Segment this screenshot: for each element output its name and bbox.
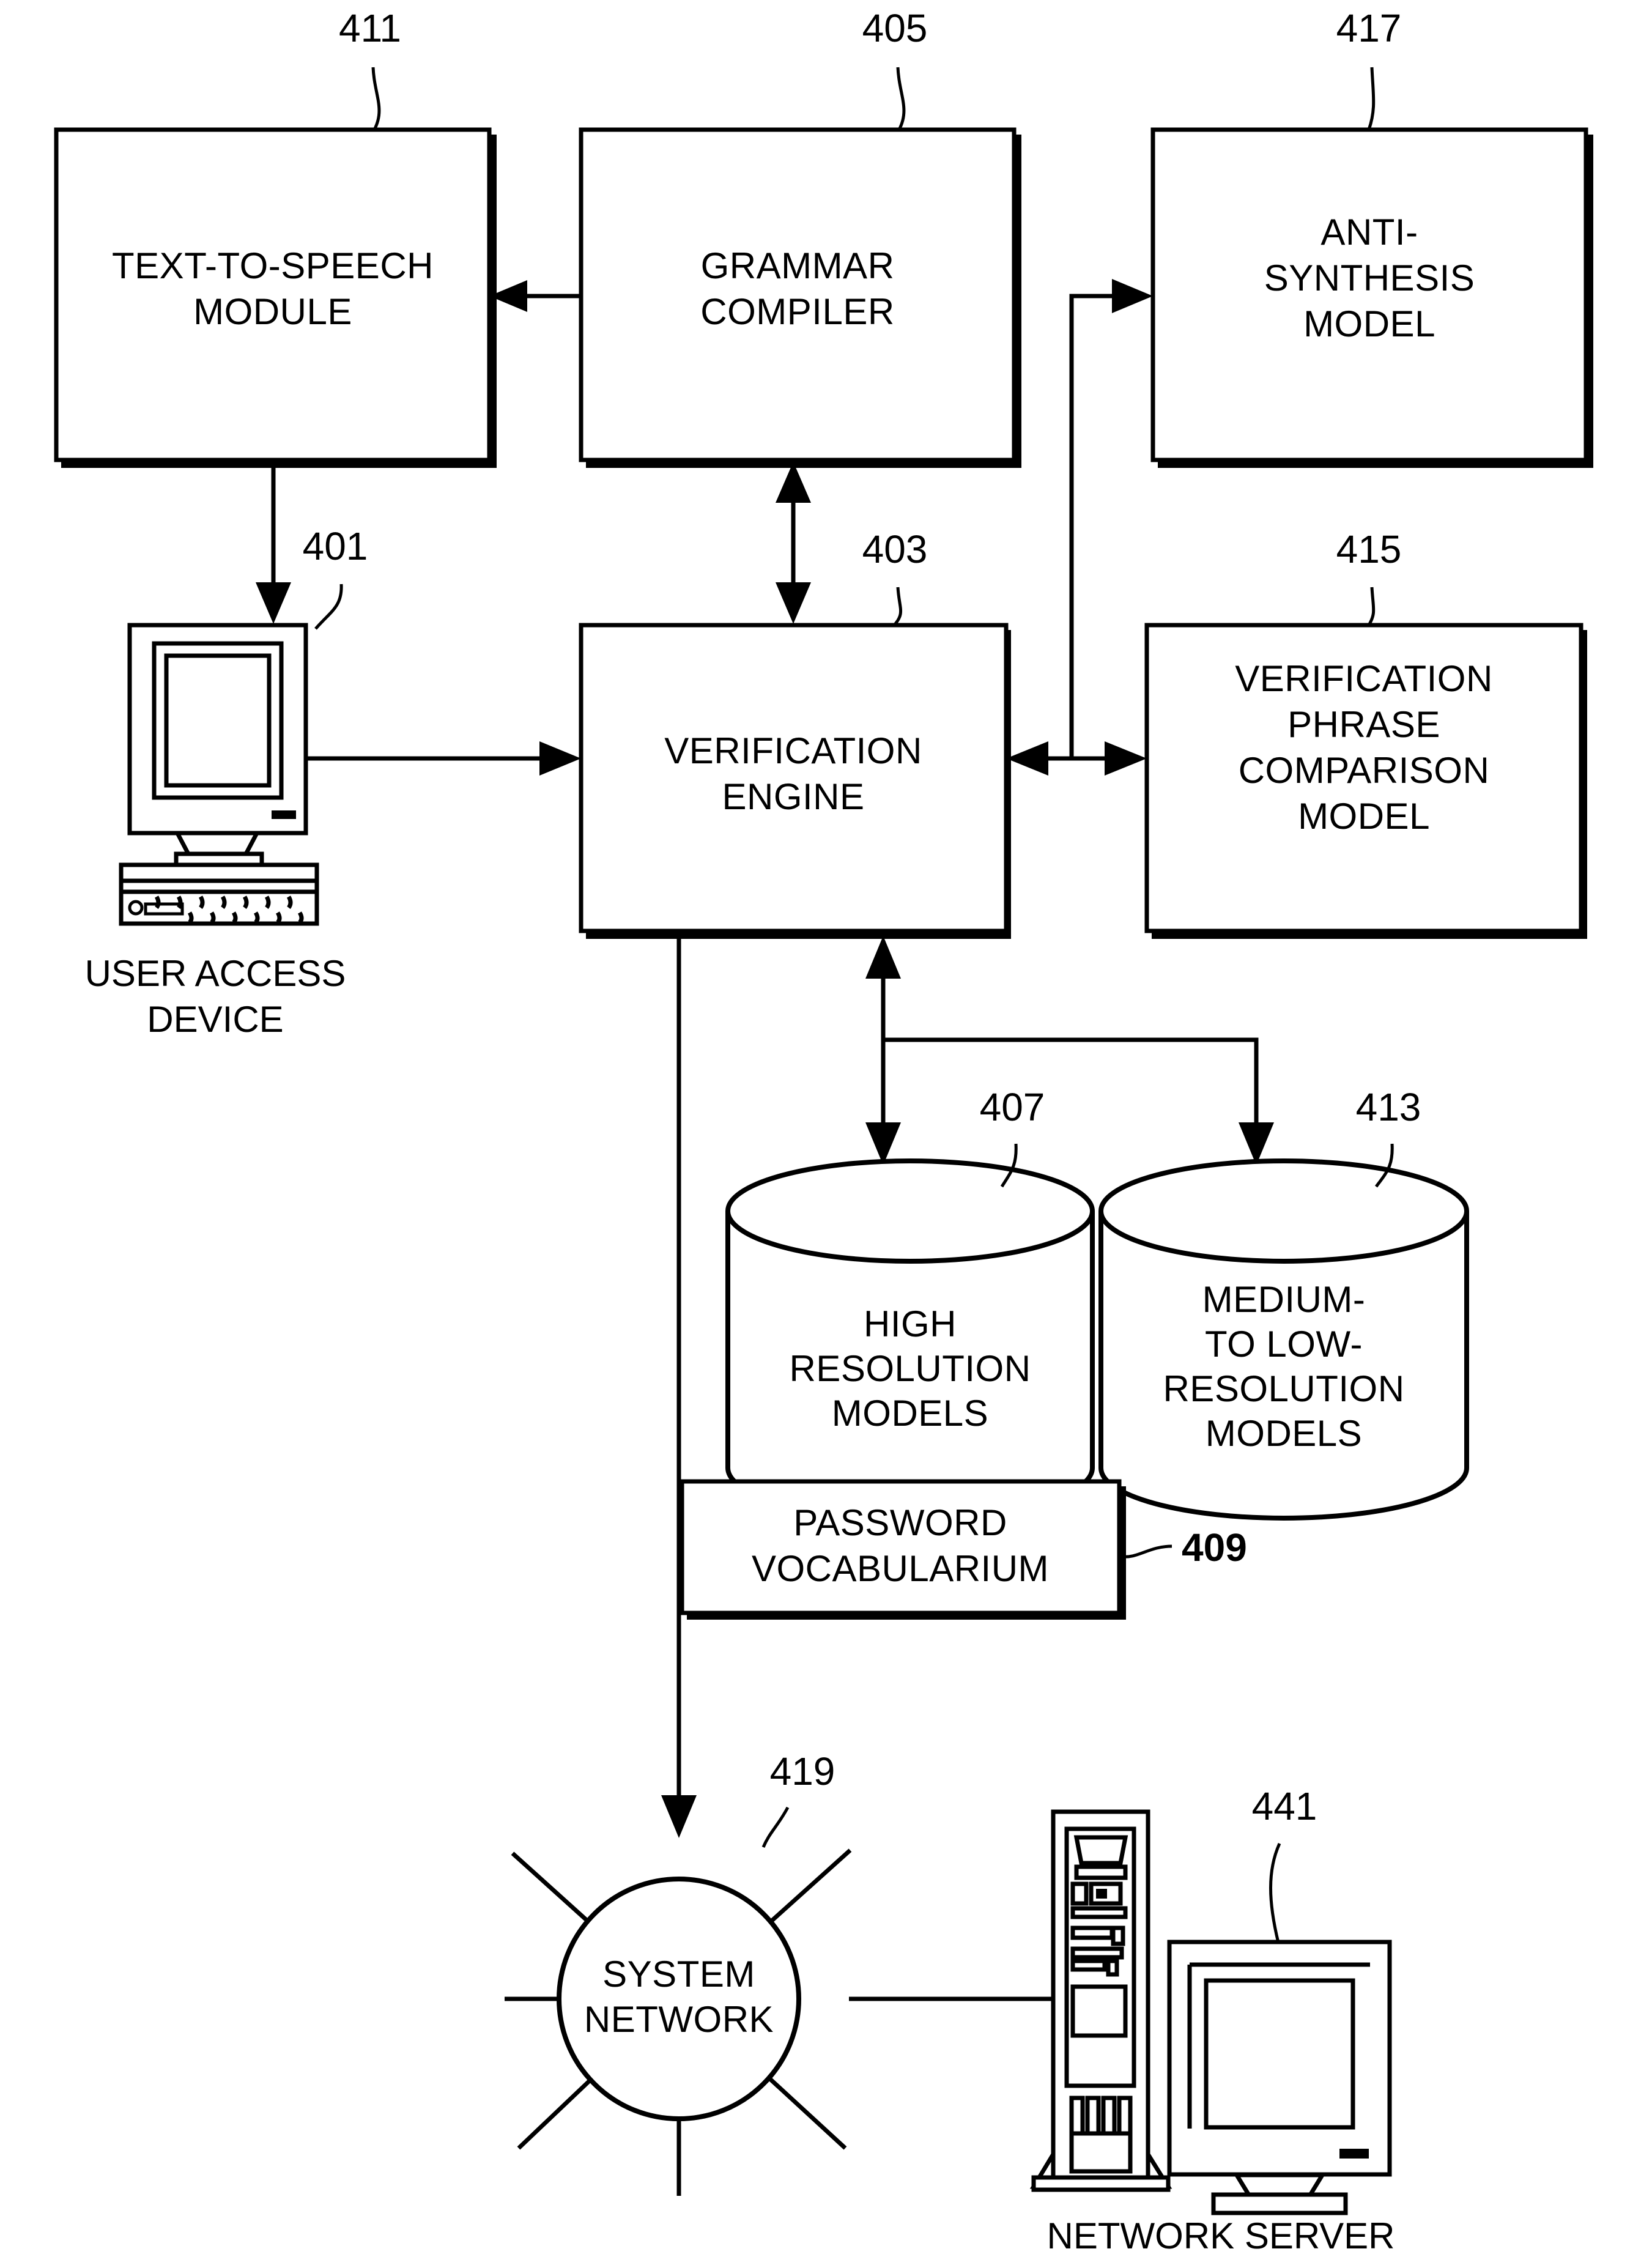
block-text-to-speech-module[interactable]: TEXT-TO-SPEECH MODULE: [54, 127, 497, 468]
patent-figure-canvas: TEXT-TO-SPEECH MODULE 411 GRAMMAR COMPIL…: [0, 0, 1652, 2257]
connector-405-to-411: [489, 280, 581, 312]
block-password-vocabularium[interactable]: PASSWORD VOCABULARIUM: [680, 1479, 1126, 1620]
block-label-line: VERIFICATION: [1235, 658, 1493, 699]
svg-text:441: 441: [1252, 1784, 1317, 1828]
node-system-network[interactable]: SYSTEM NETWORK: [557, 1877, 801, 2121]
patent-block-diagram: TEXT-TO-SPEECH MODULE 411 GRAMMAR COMPIL…: [54, 6, 1593, 2256]
connector-411-to-401: [256, 464, 291, 624]
reference-405: 405: [862, 6, 928, 131]
block-label-line: COMPILER: [700, 291, 894, 332]
reference-415: 415: [1336, 527, 1402, 626]
reference-417: 417: [1336, 6, 1402, 130]
svg-text:409: 409: [1182, 1525, 1247, 1570]
block-label-line: ANTI-: [1320, 212, 1418, 253]
svg-text:401: 401: [303, 524, 368, 568]
svg-text:411: 411: [339, 6, 401, 50]
datastore-label-line: MODELS: [1206, 1413, 1362, 1454]
block-grammar-compiler[interactable]: GRAMMAR COMPILER: [579, 127, 1021, 468]
datastore-label-line: HIGH: [864, 1303, 957, 1344]
datastore-label-line: TO LOW-: [1205, 1324, 1363, 1365]
svg-text:419: 419: [770, 1749, 835, 1793]
device-user-access-device[interactable]: USER ACCESS DEVICE: [85, 623, 346, 1040]
block-label-line: ENGINE: [722, 776, 864, 817]
datastore-high-resolution-models[interactable]: HIGH RESOLUTION MODELS: [725, 1158, 1095, 1521]
reference-403: 403: [862, 527, 928, 626]
block-label-line: PHRASE: [1287, 704, 1440, 745]
block-label-line: COMPARISON: [1239, 750, 1490, 791]
node-label-line: NETWORK: [584, 1999, 774, 2040]
svg-text:405: 405: [862, 6, 928, 50]
reference-409: 409: [1120, 1525, 1247, 1570]
node-label-line: SYSTEM: [602, 1954, 755, 1995]
block-label-line: MODEL: [1303, 303, 1435, 344]
device-caption-line: NETWORK SERVER: [1047, 2215, 1395, 2256]
block-label-line: MODULE: [193, 291, 352, 332]
reference-401: 401: [303, 524, 368, 630]
connector-403-to-407: [865, 936, 901, 1165]
connector-403-to-405: [776, 462, 811, 624]
connector-403-to-415: [1006, 741, 1147, 776]
reference-411: 411: [339, 6, 401, 131]
block-label-line: VOCABULARIUM: [752, 1548, 1049, 1589]
datastore-label-line: RESOLUTION: [1163, 1368, 1404, 1409]
datastore-label-line: RESOLUTION: [789, 1348, 1031, 1389]
svg-text:415: 415: [1336, 527, 1402, 571]
svg-text:407: 407: [980, 1085, 1045, 1129]
block-label-line: TEXT-TO-SPEECH: [112, 245, 434, 286]
block-label-line: MODEL: [1298, 796, 1430, 837]
block-label-line: VERIFICATION: [664, 730, 922, 771]
reference-419: 419: [761, 1749, 835, 1848]
connector-401-to-403: [300, 741, 581, 776]
block-verification-phrase-comparison-model[interactable]: VERIFICATION PHRASE COMPARISON MODEL: [1144, 623, 1587, 939]
datastore-medium-to-low-resolution-models[interactable]: MEDIUM- TO LOW- RESOLUTION MODELS: [1098, 1158, 1469, 1521]
svg-text:417: 417: [1336, 6, 1402, 50]
block-label-line: GRAMMAR: [701, 245, 895, 286]
reference-441: 441: [1252, 1784, 1317, 1943]
block-label-line: SYNTHESIS: [1264, 258, 1475, 298]
svg-text:403: 403: [862, 527, 928, 571]
datastore-label-line: MEDIUM-: [1202, 1279, 1366, 1320]
svg-text:413: 413: [1356, 1085, 1421, 1129]
connector-403-to-419: [661, 936, 697, 1838]
block-anti-synthesis-model[interactable]: ANTI- SYNTHESIS MODEL: [1150, 127, 1593, 468]
datastore-label-line: MODELS: [832, 1393, 988, 1434]
connector-bus-to-413: [883, 1037, 1274, 1165]
device-network-server[interactable]: NETWORK SERVER: [1029, 1809, 1395, 2256]
device-caption-line: USER ACCESS: [85, 953, 346, 994]
device-caption-line: DEVICE: [147, 999, 283, 1040]
block-verification-engine[interactable]: VERIFICATION ENGINE: [579, 623, 1011, 939]
connector-403-to-417: [1069, 279, 1153, 758]
block-label-line: PASSWORD: [793, 1502, 1007, 1543]
